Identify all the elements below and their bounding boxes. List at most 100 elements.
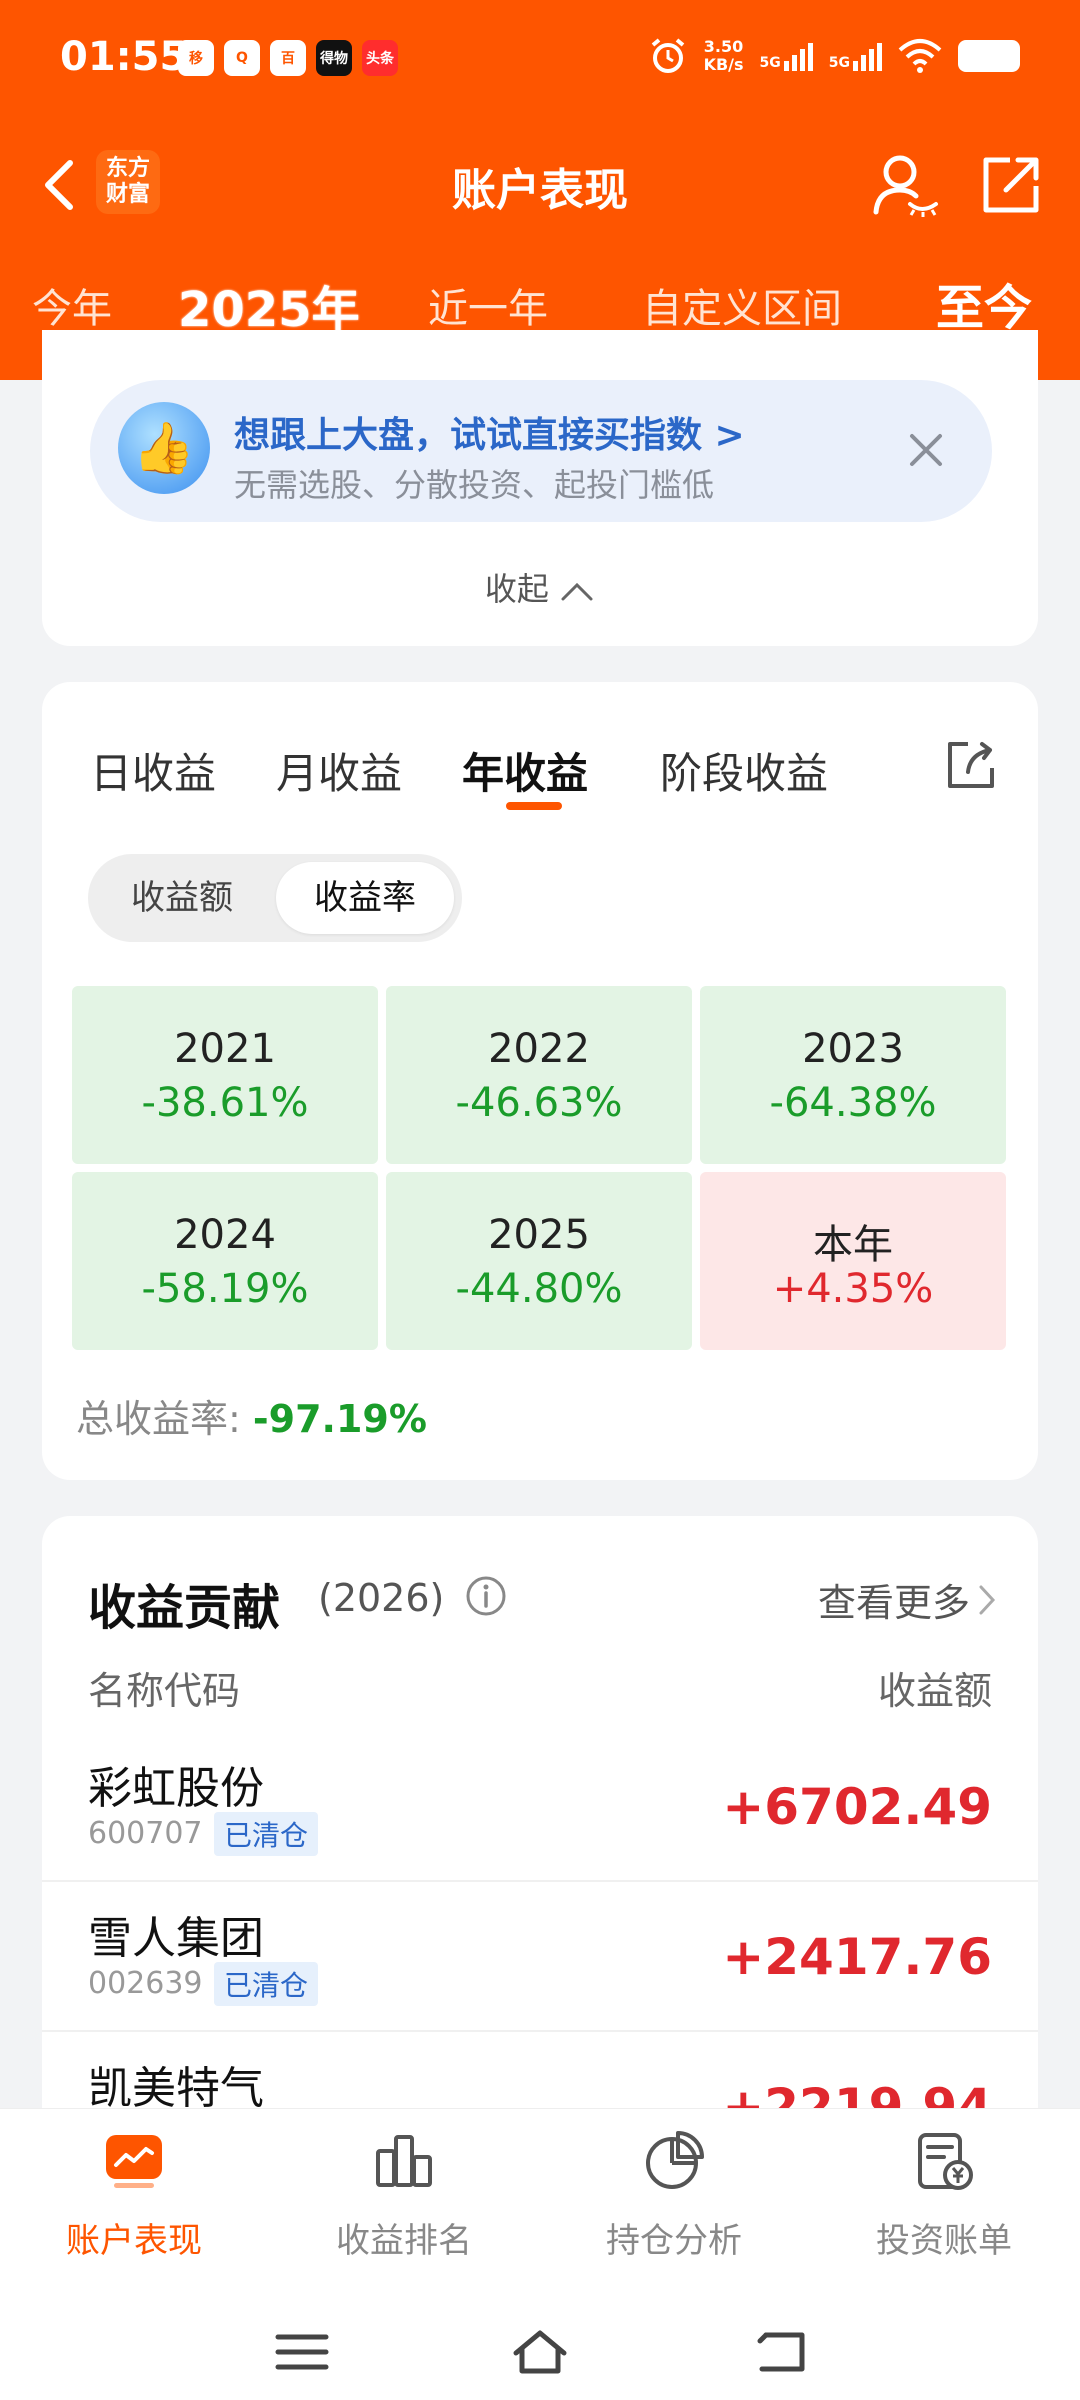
bottom-tab-label: 投资账单 (876, 2221, 1012, 2261)
banner-close-button[interactable] (898, 422, 954, 478)
bottom-tab-label: 持仓分析 (606, 2221, 742, 2261)
privacy-eye-button[interactable] (870, 150, 940, 220)
year-label: 2022 (488, 1026, 590, 1072)
amount-rate-toggle: 收益额 收益率 (88, 854, 462, 942)
eastmoney-logo: 东方 财富 (96, 150, 160, 214)
total-return: 总收益率: -97.19% (76, 1388, 427, 1443)
chevron-right-icon (979, 1585, 996, 1614)
bottom-tab-holding-analysis[interactable]: 持仓分析 (574, 2129, 774, 2262)
bar-chart-icon (376, 2135, 432, 2187)
system-nav-bar (0, 2309, 1080, 2389)
signal-5g-2: 5G (829, 41, 882, 71)
contribution-title: 收益贡献 (88, 1580, 281, 1636)
bottom-tab-investment-bill[interactable]: 投资账单 (844, 2129, 1044, 2262)
share-icon (983, 157, 1039, 213)
cleared-badge: 已清仓 (214, 1812, 319, 1856)
status-app-icons: 移 Q 百 得物 头条 (178, 40, 398, 76)
stock-code: 600707 (88, 1816, 203, 1851)
signal-bars-icon (853, 41, 882, 71)
net-speed: 3.50 KB/s (703, 37, 744, 74)
index-promo-banner[interactable]: 👍 想跟上大盘，试试直接买指数 > 无需选股、分散投资、起投门槛低 (90, 380, 992, 522)
tab-period-return[interactable]: 阶段收益 (660, 740, 828, 801)
share-button[interactable] (976, 150, 1046, 220)
year-cell[interactable]: 2022 -46.63% (386, 986, 692, 1164)
column-header-name: 名称代码 (88, 1669, 241, 1713)
bottom-nav: 账户表现 收益排名 持仓分析 投资账单 (0, 2108, 1080, 2400)
returns-card: 日收益 月收益 年收益 阶段收益 收益额 收益率 2021 -38.61% 20… (42, 682, 1038, 1480)
column-header-amount: 收益额 (877, 1669, 992, 1713)
toutiao-icon: 头条 (362, 40, 398, 76)
signal-bars-icon (783, 41, 813, 71)
share-icon (948, 742, 994, 788)
tab-daily-return[interactable]: 日收益 (90, 740, 216, 801)
mobile-carrier-icon: 移 (178, 40, 214, 76)
period-tab-last-12-months[interactable]: 近一年 (428, 276, 548, 334)
app-header: 01:55 移 Q 百 得物 头条 3.50 KB/s 5G 5G 东方 财富 … (0, 0, 1080, 380)
pie-chart-icon (646, 2131, 704, 2189)
alarm-icon (651, 38, 684, 73)
contribution-card: 收益贡献 (2026) 查看更多 名称代码 收益额 彩虹股份 600707 已清… (42, 1516, 1038, 2116)
year-label: 2023 (802, 1026, 904, 1072)
returns-tab-indicator (506, 802, 562, 810)
trend-chart-icon (106, 2135, 162, 2188)
bottom-tab-account-performance[interactable]: 账户表现 (34, 2129, 234, 2262)
chevron-left-icon (45, 160, 73, 210)
back-nav-icon[interactable] (752, 2327, 812, 2377)
year-label: 2025 (488, 1212, 590, 1258)
cleared-badge: 已清仓 (214, 1962, 319, 2006)
segment-amount[interactable]: 收益额 (96, 862, 268, 934)
thumbs-up-icon: 👍 (118, 402, 210, 494)
promo-card: 👍 想跟上大盘，试试直接买指数 > 无需选股、分散投资、起投门槛低 收起 (42, 330, 1038, 646)
stock-amount: +2417.76 (722, 1928, 992, 1986)
home-icon[interactable] (510, 2327, 570, 2377)
export-button[interactable] (944, 738, 998, 792)
period-tab-custom-range[interactable]: 自定义区间 (642, 276, 842, 334)
bottom-tab-return-ranking[interactable]: 收益排名 (304, 2129, 504, 2262)
year-rate: -46.63% (455, 1080, 623, 1126)
menu-icon[interactable] (272, 2327, 332, 2377)
period-tab-this-year[interactable]: 今年 (32, 276, 112, 334)
bottom-tab-label: 账户表现 (66, 2221, 202, 2261)
total-return-value: -97.19% (252, 1397, 427, 1441)
tab-yearly-return[interactable]: 年收益 (462, 740, 588, 801)
nav-bar: 东方 财富 账户表现 (0, 130, 1080, 240)
back-button[interactable] (30, 150, 90, 220)
stock-row[interactable]: 凯美特气 +2219.94 (42, 2032, 1038, 2116)
year-rate: -58.19% (141, 1266, 309, 1312)
tab-monthly-return[interactable]: 月收益 (276, 740, 402, 801)
year-label: 2021 (174, 1026, 276, 1072)
stock-row[interactable]: 彩虹股份 600707 已清仓 +6702.49 (42, 1732, 1038, 1882)
wifi-icon (898, 39, 942, 73)
dewu-icon: 得物 (316, 40, 352, 76)
stock-row[interactable]: 雪人集团 002639 已清仓 +2417.76 (42, 1882, 1038, 2032)
qq-icon: Q (224, 40, 260, 76)
year-label: 本年 (813, 1222, 893, 1268)
bill-yuan-icon (918, 2133, 973, 2190)
status-time: 01:55 (60, 34, 188, 80)
banner-subtitle: 无需选股、分散投资、起投门槛低 (234, 466, 715, 504)
status-indicators: 3.50 KB/s 5G 5G (648, 36, 1020, 76)
view-more-link[interactable]: 查看更多 (818, 1572, 998, 1627)
stock-name: 凯美特气 (88, 2063, 264, 2114)
battery-icon (958, 40, 1020, 72)
total-return-label: 总收益率: (76, 1397, 241, 1441)
info-icon[interactable] (464, 1574, 508, 1618)
stock-name: 雪人集团 (88, 1913, 264, 1964)
collapse-button[interactable]: 收起 (42, 564, 1038, 610)
year-cell[interactable]: 2024 -58.19% (72, 1172, 378, 1350)
signal-5g-1: 5G (760, 41, 813, 71)
contribution-year: (2026) (318, 1576, 445, 1620)
status-bar: 01:55 移 Q 百 得物 头条 3.50 KB/s 5G 5G (0, 0, 1080, 120)
close-icon (910, 434, 942, 466)
year-cell[interactable]: 2023 -64.38% (700, 986, 1006, 1164)
year-rate: -44.80% (455, 1266, 623, 1312)
collapse-label: 收起 (484, 570, 549, 608)
year-cell[interactable]: 2021 -38.61% (72, 986, 378, 1164)
segment-rate[interactable]: 收益率 (276, 862, 454, 934)
year-cell[interactable]: 2025 -44.80% (386, 1172, 692, 1350)
banner-title: 想跟上大盘，试试直接买指数 > (234, 415, 745, 456)
bottom-tab-label: 收益排名 (336, 2221, 472, 2261)
stock-code: 002639 (88, 1966, 203, 2001)
year-cell-current[interactable]: 本年 +4.35% (700, 1172, 1006, 1350)
period-tab-to-date[interactable]: 至今 (936, 268, 1032, 338)
